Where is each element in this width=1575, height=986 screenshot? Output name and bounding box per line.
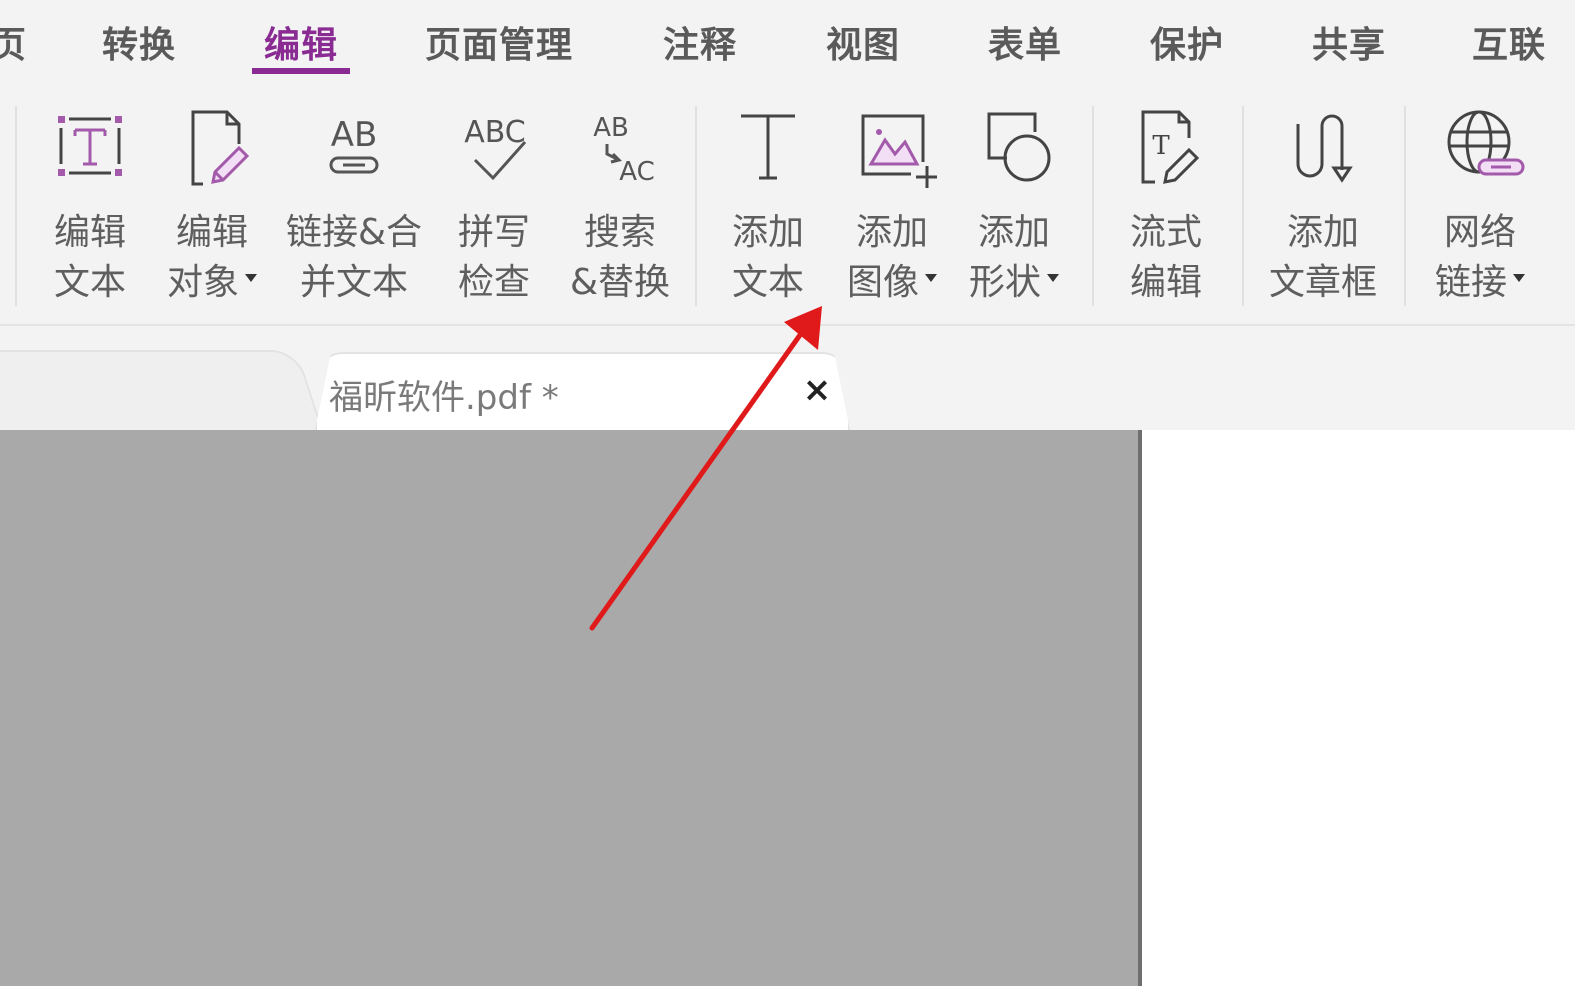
add-text-button[interactable]: 添加 文本 [722,96,814,311]
ribbon-separator [1242,106,1244,306]
menu-tab-view[interactable]: 视图 [826,16,900,68]
menu-tab-page-management[interactable]: 页面管理 [425,16,573,68]
link-join-text-button[interactable]: AB 链接&合 并文本 [286,96,422,311]
icon-text-abc: ABC [464,115,526,150]
document-tab-title[interactable]: 福昕软件.pdf * [329,370,559,419]
icon-text-t: T [1152,131,1170,161]
add-image-label: 添加 图像 [847,208,937,308]
icon-text-from-label: AB [593,113,629,143]
label-line2-text: 链接 [1434,262,1507,303]
document-tab[interactable]: 福昕软件.pdf * × [315,352,850,430]
ribbon-separator [1404,106,1406,306]
label-line1: 流式 [1129,212,1202,253]
label-line1: 添加 [855,212,928,253]
dropdown-caret-icon[interactable] [1047,274,1059,282]
menu-tab-form[interactable]: 表单 [988,16,1062,68]
label-line2-text: 对象 [166,262,239,303]
add-shape-icon [969,102,1059,192]
spell-check-icon: ABC [449,102,539,192]
label-line2: 文章框 [1268,262,1377,303]
label-line2: &替换 [569,262,671,303]
link-join-text-label: 链接&合 并文本 [286,208,422,308]
web-link-label: 网络 链接 [1435,208,1525,308]
label-line1: 搜索 [583,212,656,253]
edit-text-icon [45,102,135,192]
label-line1: 编辑 [53,212,126,253]
ribbon-separator [15,106,17,306]
label-line2: 并文本 [300,262,409,303]
label-line1: 拼写 [457,212,530,253]
add-article-box-button[interactable]: 添加 文章框 [1268,96,1378,311]
label-line1: 链接&合 [285,212,423,253]
spell-check-label: 拼写 检查 [458,208,530,308]
label-line2: 链接 [1435,258,1525,308]
close-tab-icon[interactable]: × [801,372,833,408]
menu-tab-protect[interactable]: 保护 [1150,16,1224,68]
label-line1: 编辑 [175,212,248,253]
label-line2: 文本 [53,262,126,303]
menu-tab-edit[interactable]: 编辑 [251,16,351,74]
ribbon-toolbar: 编辑 文本 编辑 对象 AB 链接&合 并文本 ABC 拼写 检查 AB AC … [0,86,1575,326]
icon-text-ab: AB [331,115,378,155]
add-image-button[interactable]: 添加 图像 [840,96,944,311]
dropdown-caret-icon[interactable] [245,274,257,282]
link-join-text-icon: AB [309,102,399,192]
web-link-button[interactable]: 网络 链接 [1428,96,1532,311]
inactive-document-tab[interactable] [0,350,323,430]
add-image-icon [847,102,937,192]
label-line1: 添加 [977,212,1050,253]
menu-tab-convert[interactable]: 转换 [102,16,176,68]
label-line2: 图像 [847,258,937,308]
ribbon-separator [695,106,697,306]
edit-text-button[interactable]: 编辑 文本 [44,96,136,311]
menu-tab-comment[interactable]: 注释 [663,16,737,68]
search-replace-icon: AB AC [575,102,665,192]
add-text-label: 添加 文本 [732,208,804,308]
label-line2: 编辑 [1129,262,1202,303]
document-canvas[interactable] [0,430,1140,986]
flow-edit-label: 流式 编辑 [1130,208,1202,308]
label-line2: 对象 [167,258,257,308]
pdf-page[interactable] [1142,430,1575,986]
add-article-box-label: 添加 文章框 [1269,208,1377,308]
label-line2: 文本 [731,262,804,303]
label-line1: 添加 [1286,212,1359,253]
icon-text-to: AC [619,157,654,187]
label-line2: 形状 [969,258,1059,308]
spell-check-button[interactable]: ABC 拼写 检查 [448,96,540,311]
document-tab-strip: 福昕软件.pdf * × [0,328,1575,430]
ribbon-separator [1092,106,1094,306]
label-line2-text: 形状 [968,262,1041,303]
add-shape-button[interactable]: 添加 形状 [962,96,1066,311]
edit-object-button[interactable]: 编辑 对象 [160,96,264,311]
edit-object-label: 编辑 对象 [167,208,257,308]
label-line2: 检查 [457,262,530,303]
flow-edit-icon: T [1121,102,1211,192]
label-line1: 网络 [1443,212,1516,253]
add-text-icon [723,102,813,192]
web-link-icon [1435,102,1525,192]
dropdown-caret-icon[interactable] [1513,274,1525,282]
add-shape-label: 添加 形状 [969,208,1059,308]
menu-tab-home[interactable]: 页 [0,16,27,68]
search-replace-label: 搜索 &替换 [570,208,670,308]
search-replace-button[interactable]: AB AC 搜索 &替换 [568,96,672,311]
edit-text-label: 编辑 文本 [54,208,126,308]
add-article-box-icon [1278,102,1368,192]
dropdown-caret-icon[interactable] [925,274,937,282]
label-line2-text: 图像 [846,262,919,303]
menu-bar: 页 转换 编辑 页面管理 注释 视图 表单 保护 共享 互联 [0,0,1575,86]
menu-tab-connect[interactable]: 互联 [1472,16,1546,68]
edit-object-icon [167,102,257,192]
label-line1: 添加 [731,212,804,253]
menu-tab-share[interactable]: 共享 [1312,16,1386,68]
flow-edit-button[interactable]: T 流式 编辑 [1120,96,1212,311]
